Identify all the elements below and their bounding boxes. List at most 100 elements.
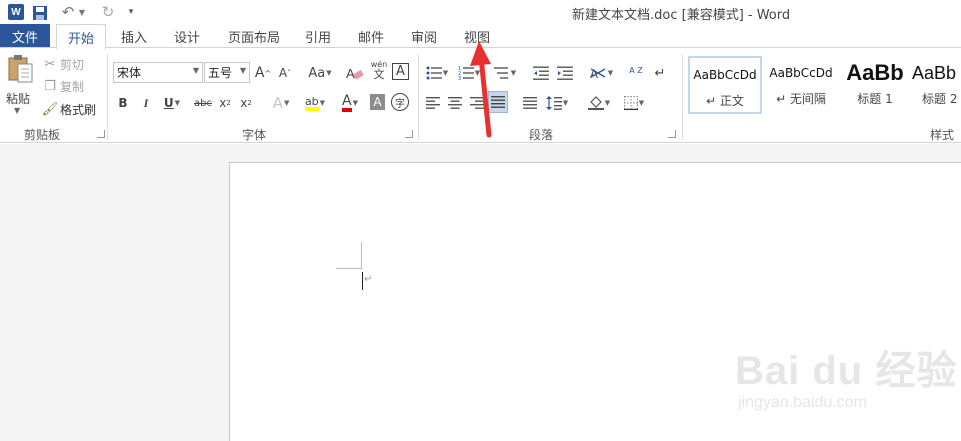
chinese-layout-icon: A xyxy=(590,67,606,80)
shading-button[interactable]: ▼ xyxy=(584,93,614,113)
tab-home[interactable]: 开始 xyxy=(56,24,106,49)
shrink-font-label: A xyxy=(278,66,288,80)
grow-font-button[interactable]: A ^ xyxy=(255,63,271,83)
undo-icon[interactable]: ↶ xyxy=(60,3,76,21)
shrink-font-button[interactable]: Aˇ xyxy=(277,63,293,83)
decrease-indent-button[interactable] xyxy=(532,63,550,83)
format-painter-label: 格式刷 xyxy=(60,102,97,117)
styles-gallery: AaBbCcDd ↵ 正文 AaBbCcDd ↵ 无间隔 AaBb 标题 1 A… xyxy=(688,56,961,116)
font-name-value: 宋体 xyxy=(117,66,142,80)
align-center-button[interactable] xyxy=(446,93,464,113)
style-preview: AaBbCcDd xyxy=(693,68,757,82)
clipboard-launcher-icon[interactable] xyxy=(97,130,105,138)
style-no-spacing[interactable]: AaBbCcDd ↵ 无间隔 xyxy=(764,56,838,114)
crop-mark xyxy=(361,242,362,269)
chinese-layout-button[interactable]: A ▼ xyxy=(586,63,616,83)
distributed-button[interactable] xyxy=(520,93,540,113)
underline-button[interactable]: U ▼ xyxy=(160,93,184,113)
tab-design[interactable]: 设计 xyxy=(165,24,209,48)
align-right-button[interactable] xyxy=(468,93,486,113)
format-painter-button[interactable]: 🖌 格式刷 xyxy=(42,100,96,118)
phonetic-guide-button[interactable]: wén 文 xyxy=(369,60,389,80)
align-right-icon xyxy=(470,97,484,109)
enclose-characters-button[interactable]: 字 xyxy=(391,93,409,111)
tab-review[interactable]: 审阅 xyxy=(402,24,446,48)
tab-view[interactable]: 视图 xyxy=(455,24,499,48)
character-shading-button[interactable]: A xyxy=(370,94,385,110)
font-size-combo[interactable]: 五号 ▼ xyxy=(204,62,250,83)
show-hide-marks-button[interactable]: ↵ xyxy=(652,63,668,83)
tab-insert[interactable]: 插入 xyxy=(112,24,156,48)
crop-mark xyxy=(336,268,362,269)
tab-mailings[interactable]: 邮件 xyxy=(349,24,393,48)
change-case-button[interactable]: Aa ▼ xyxy=(305,63,335,83)
borders-button[interactable]: ▼ xyxy=(620,93,648,113)
grow-font-label: A xyxy=(254,65,265,81)
highlight-button[interactable]: ab ▼ xyxy=(300,93,330,113)
paste-button[interactable]: 粘贴 xyxy=(6,90,30,107)
paste-dropdown-icon[interactable]: ▼ xyxy=(14,106,20,115)
paste-icon[interactable] xyxy=(6,54,34,84)
increase-indent-button[interactable] xyxy=(556,63,574,83)
separator xyxy=(107,54,108,140)
redo-icon[interactable]: ↻ xyxy=(100,3,116,21)
line-spacing-icon xyxy=(545,96,562,110)
font-size-value: 五号 xyxy=(208,66,233,80)
watermark-main: Bai du 经验 xyxy=(735,349,958,393)
multilevel-list-button[interactable]: ▼ xyxy=(490,63,520,83)
style-heading-2[interactable]: AaBb 标题 2 xyxy=(910,56,961,114)
text-effects-button[interactable]: A ▼ xyxy=(268,93,294,113)
bullets-button[interactable]: ▼ xyxy=(424,63,450,83)
tab-file[interactable]: 文件 xyxy=(0,24,50,48)
align-center-icon xyxy=(448,97,462,109)
paragraph-group-label: 段落 xyxy=(529,128,554,142)
watermark-url: jingyan.baidu.com xyxy=(738,394,867,411)
character-border-button[interactable]: A xyxy=(392,63,409,80)
chevron-down-icon: ▼ xyxy=(192,66,199,75)
numbering-button[interactable]: 1 2 3 ▼ xyxy=(456,63,482,83)
underline-label: U xyxy=(163,96,174,110)
copy-button[interactable]: ❐ 复制 xyxy=(42,77,84,95)
superscript-label: x xyxy=(240,96,248,110)
style-normal[interactable]: AaBbCcDd ↵ 正文 xyxy=(688,56,762,114)
sort-button[interactable]: A Z xyxy=(627,61,645,81)
clipboard-group-label: 剪贴板 xyxy=(24,128,61,142)
borders-icon xyxy=(623,96,638,110)
clear-formatting-button[interactable]: A xyxy=(346,63,364,83)
subscript-mark: 2 xyxy=(226,99,231,107)
strikethrough-button[interactable]: abc xyxy=(192,93,214,113)
align-left-button[interactable] xyxy=(424,93,442,113)
style-preview: AaBb xyxy=(846,60,904,85)
customize-dropdown-icon[interactable]: ▾ xyxy=(126,3,136,21)
style-name: ↵ 无间隔 xyxy=(776,92,826,106)
subscript-button[interactable]: x2 xyxy=(217,93,233,113)
styles-group-label: 样式 xyxy=(930,128,955,142)
tab-references[interactable]: 引用 xyxy=(296,24,340,48)
cut-button[interactable]: ✂ 剪切 xyxy=(42,55,84,73)
superscript-mark: 2 xyxy=(247,99,252,107)
font-color-button[interactable]: A ▼ xyxy=(336,93,364,113)
chevron-down-icon: ▼ xyxy=(239,66,246,75)
style-name: 标题 2 xyxy=(922,92,958,106)
bold-button[interactable]: B xyxy=(116,93,130,113)
font-launcher-icon[interactable] xyxy=(405,130,413,138)
ribbon: 粘贴 ▼ ✂ 剪切 ❐ 复制 🖌 格式刷 剪贴板 宋体 ▼ 五号 ▼ A ^ Aˇ… xyxy=(0,47,961,143)
superscript-button[interactable]: x2 xyxy=(238,93,254,113)
word-logo-icon[interactable]: W xyxy=(8,4,24,20)
italic-button[interactable]: I xyxy=(139,93,153,113)
style-name: ↵ 正文 xyxy=(706,94,744,108)
style-heading-1[interactable]: AaBb 标题 1 xyxy=(838,56,912,114)
tab-page-layout[interactable]: 页面布局 xyxy=(222,24,286,48)
paragraph-mark: ↵ xyxy=(364,274,373,285)
save-icon[interactable] xyxy=(32,4,48,22)
cut-label: 剪切 xyxy=(60,57,85,72)
line-spacing-button[interactable]: ▼ xyxy=(542,93,572,113)
separator xyxy=(682,54,683,140)
svg-text:3: 3 xyxy=(458,76,461,80)
undo-dropdown-icon[interactable]: ▼ xyxy=(78,3,86,21)
paragraph-launcher-icon[interactable] xyxy=(668,130,676,138)
style-preview: AaBb xyxy=(912,62,957,83)
justify-button[interactable] xyxy=(488,91,508,113)
decrease-indent-icon xyxy=(533,66,549,80)
font-name-combo[interactable]: 宋体 ▼ xyxy=(113,62,203,83)
